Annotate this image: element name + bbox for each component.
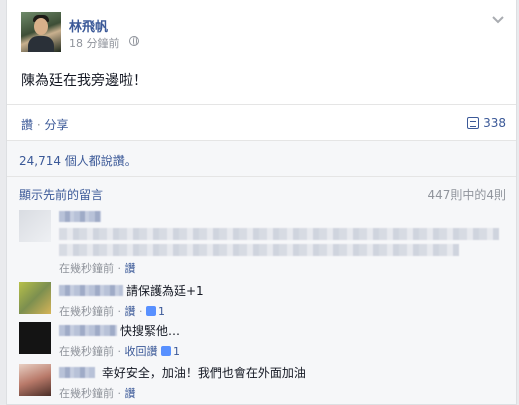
commenter-name[interactable] (59, 285, 123, 296)
comment-like-button[interactable]: 讚 (125, 262, 136, 275)
commenter-name[interactable] (59, 367, 95, 378)
comment-text-blurred (59, 244, 459, 256)
post-timestamp[interactable]: 18 分鐘前 (69, 35, 120, 51)
comment-like-count[interactable]: 1 (146, 305, 165, 318)
action-separator: · (33, 118, 45, 132)
share-count-value: 338 (483, 116, 506, 130)
like-count-value: 1 (158, 305, 165, 318)
divider (7, 176, 516, 177)
comment-time[interactable]: 在幾秒鐘前 (59, 387, 114, 400)
comment-like-button[interactable]: 讚 (125, 305, 136, 318)
comment-text: 請保護為廷+1 (126, 284, 204, 298)
thumbs-up-icon (146, 306, 156, 316)
post-actions: 讚 · 分享 (21, 116, 68, 133)
commenter-avatar[interactable] (19, 364, 51, 396)
like-button[interactable]: 讚 (21, 118, 33, 132)
like-count-value: 1 (173, 345, 180, 358)
post-author-name[interactable]: 林飛帆 (69, 16, 108, 35)
avatar-face (34, 18, 48, 35)
post-message: 陳為廷在我旁邊啦！ (21, 73, 147, 89)
commenter-name[interactable] (59, 325, 117, 336)
view-previous-comments-link[interactable]: 顯示先前的留言 (19, 186, 103, 203)
comment-text-blurred (59, 228, 499, 240)
share-button[interactable]: 分享 (44, 118, 68, 132)
commenter-avatar[interactable] (19, 210, 51, 242)
thumbs-up-icon (161, 346, 171, 356)
likes-summary[interactable]: 24,714 個人都說讚。 (19, 152, 137, 169)
comment-meta: 在幾秒鐘前 · 收回讚 1 (59, 345, 180, 358)
comment-body: 在幾秒鐘前 · 讚 (59, 210, 504, 276)
comment-body: 幸好安全，加油！我們也會在外面加油 在幾秒鐘前 · 讚 (59, 364, 504, 401)
comment-like-button[interactable]: 讚 (125, 387, 136, 400)
comment-meta: 在幾秒鐘前 · 讚 · 1 (59, 305, 165, 318)
comment-time[interactable]: 在幾秒鐘前 (59, 262, 114, 275)
comment-text: 快搜緊他… (120, 324, 181, 338)
comment-meta: 在幾秒鐘前 · 讚 (59, 262, 136, 275)
commenter-name[interactable] (59, 211, 101, 222)
comment-meta: 在幾秒鐘前 · 讚 (59, 387, 136, 400)
comment-body: 請保護為廷+1 在幾秒鐘前 · 讚 · 1 (59, 282, 504, 319)
commenter-avatar[interactable] (19, 322, 51, 354)
comments-section: 24,714 個人都說讚。 顯示先前的留言 447則中的4則 在幾秒鐘前 · 讚… (7, 140, 516, 404)
divider (7, 140, 516, 141)
comment-like-count[interactable]: 1 (161, 345, 180, 358)
post-card: 林飛帆 18 分鐘前 陳為廷在我旁邊啦！ 讚 · 分享 338 24,714 個… (6, 0, 517, 405)
share-count[interactable]: 338 (467, 116, 506, 130)
comment-time[interactable]: 在幾秒鐘前 (59, 305, 114, 318)
comment-range: 447則中的4則 (427, 188, 506, 202)
share-icon (467, 117, 480, 129)
commenter-avatar[interactable] (19, 282, 51, 314)
divider (7, 104, 516, 105)
comment-time[interactable]: 在幾秒鐘前 (59, 345, 114, 358)
comment-unlike-button[interactable]: 收回讚 (125, 345, 158, 358)
comment-text: 幸好安全，加油！我們也會在外面加油 (101, 366, 306, 380)
avatar-body (28, 36, 54, 52)
comment-body: 快搜緊他… 在幾秒鐘前 · 收回讚 1 (59, 322, 504, 359)
globe-icon (129, 36, 139, 46)
author-avatar[interactable] (21, 12, 61, 52)
chevron-down-icon[interactable] (490, 14, 506, 26)
